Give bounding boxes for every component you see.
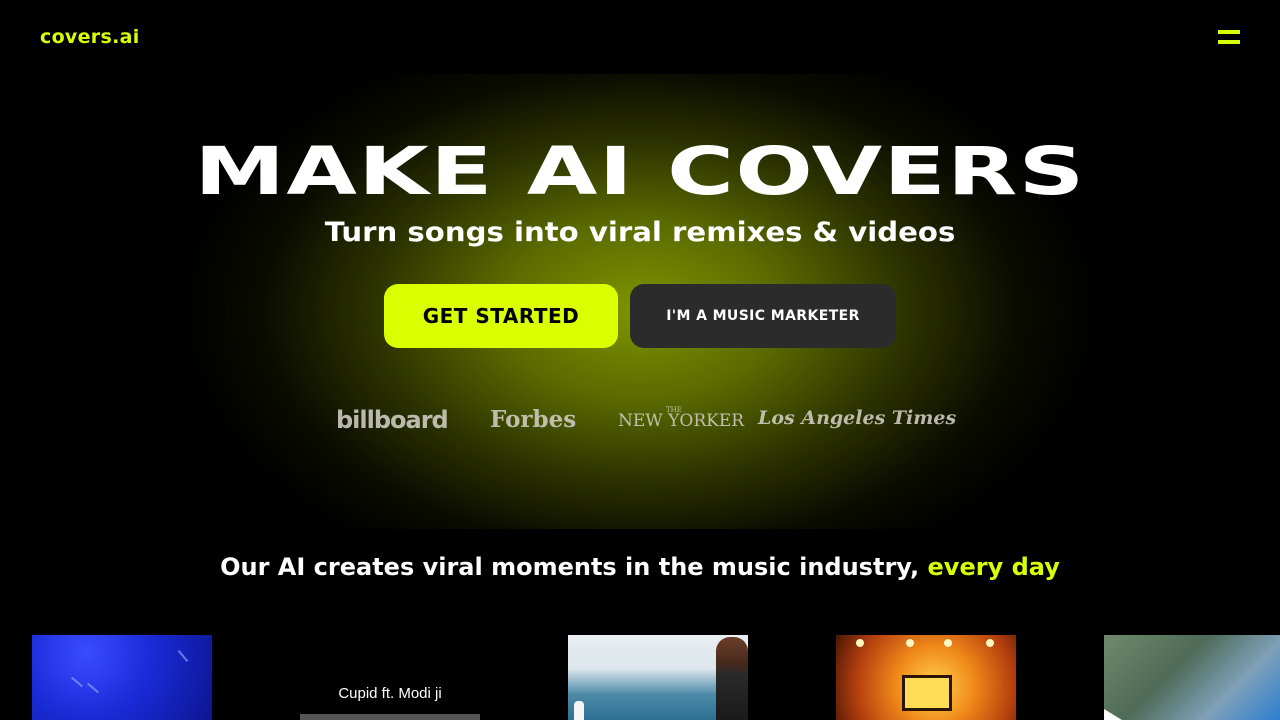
hero-title: MAKE AI COVERS xyxy=(194,133,1086,210)
video-thumbnail[interactable]: Cupid ft. Modi ji xyxy=(300,635,480,720)
stage-light-streak xyxy=(70,676,84,688)
stage-light xyxy=(986,639,994,647)
get-started-button[interactable]: GET STARTED xyxy=(384,284,618,348)
stage-light xyxy=(944,639,952,647)
stage-light xyxy=(856,639,864,647)
tagline-highlight: every day xyxy=(927,553,1060,581)
stage-light xyxy=(906,639,914,647)
press-logo-latimes: Los Angeles Times xyxy=(758,407,957,429)
site-logo[interactable]: covers.ai xyxy=(40,26,140,48)
hero-section: MAKE AI COVERS Turn songs into viral rem… xyxy=(0,74,1280,529)
stage-light-streak xyxy=(86,682,100,694)
tagline-text: Our AI creates viral moments in the musi… xyxy=(220,553,920,581)
press-logo-newyorker: NEW YORKER xyxy=(618,411,745,431)
hero-subtitle: Turn songs into viral remixes & videos xyxy=(324,217,956,248)
person-figure xyxy=(716,637,748,720)
stage-screen xyxy=(902,675,952,711)
thumbnail-caption: Cupid ft. Modi ji xyxy=(338,685,442,702)
top-navigation-bar: covers.ai xyxy=(0,0,1280,74)
menu-icon-bar xyxy=(1218,40,1240,44)
video-progress-bar xyxy=(300,714,480,720)
video-thumbnail[interactable] xyxy=(32,635,212,720)
press-logo-billboard: billboard xyxy=(336,406,449,434)
airplane-tail xyxy=(574,701,584,720)
tagline: Our AI creates viral moments in the musi… xyxy=(0,553,1280,581)
video-thumbnail[interactable] xyxy=(836,635,1016,720)
video-thumbnail[interactable] xyxy=(568,635,748,720)
music-marketer-button[interactable]: I'M A MUSIC MARKETER xyxy=(630,284,896,348)
press-logo-forbes: Forbes xyxy=(490,406,577,433)
stage-light-streak xyxy=(177,649,189,663)
video-thumbnail[interactable] xyxy=(1104,635,1280,720)
menu-icon-bar xyxy=(1218,30,1240,34)
play-icon[interactable] xyxy=(1104,709,1122,720)
hamburger-menu-icon[interactable] xyxy=(1218,30,1240,46)
